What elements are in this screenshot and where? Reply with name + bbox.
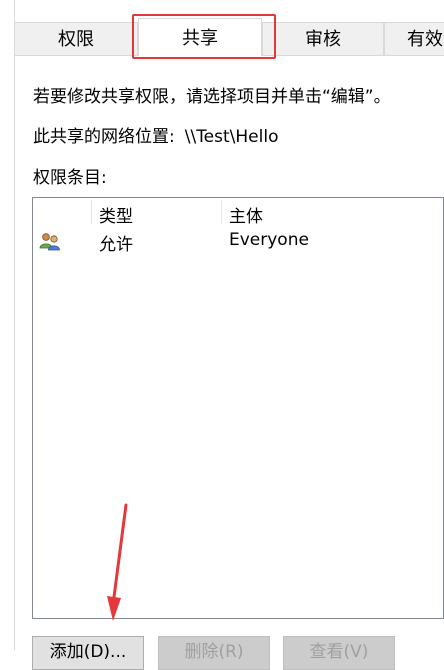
column-separator[interactable] [91, 200, 92, 224]
add-button[interactable]: 添加(D)... [32, 636, 144, 670]
entry-principal: Everyone [229, 230, 309, 250]
tab-strip: 权限 共享 审核 有效 [0, 0, 444, 59]
column-header-type[interactable]: 类型 [99, 202, 133, 227]
tab-auditing[interactable]: 审核 [262, 22, 384, 55]
permission-entries-label: 权限条目: [33, 168, 107, 188]
network-location-label: 此共享的网络位置: [33, 127, 175, 147]
permission-entries-list[interactable]: 类型 主体 允许 Everyone [32, 197, 444, 619]
tab-effective-access[interactable]: 有效 [384, 22, 444, 55]
view-button[interactable]: 查看(V) [283, 636, 395, 670]
column-header-principal[interactable]: 主体 [229, 202, 263, 227]
remove-button[interactable]: 删除(R) [158, 636, 270, 670]
users-icon [39, 233, 60, 251]
column-separator[interactable] [221, 200, 222, 224]
tab-sharing[interactable]: 共享 [138, 18, 262, 56]
network-location: 此共享的网络位置: \\Test\Hello [33, 122, 278, 147]
dialog-left-edge [14, 0, 15, 650]
entry-type: 允许 [99, 235, 133, 255]
network-location-value: \\Test\Hello [184, 127, 279, 147]
tab-permissions[interactable]: 权限 [14, 22, 138, 55]
list-header: 类型 主体 [33, 198, 443, 227]
instruction-text: 若要修改共享权限，请选择项目并单击“编辑”。 [33, 87, 391, 107]
list-item[interactable]: 允许 Everyone [33, 228, 443, 255]
